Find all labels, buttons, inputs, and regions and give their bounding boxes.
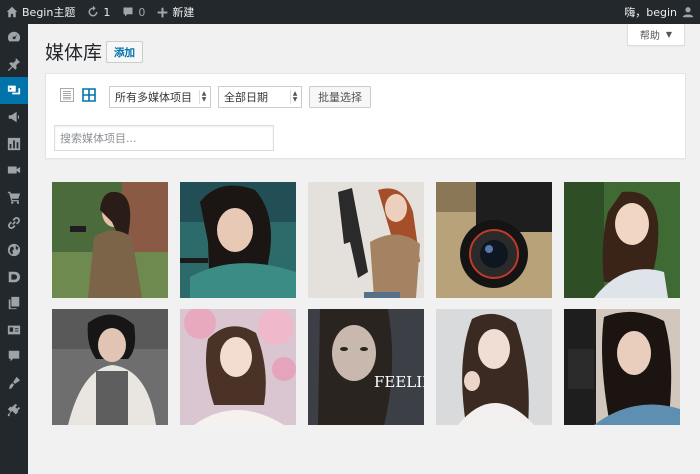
menu-posts[interactable]: [0, 51, 28, 78]
menu-profile-cards[interactable]: [0, 317, 28, 344]
media-item[interactable]: [436, 182, 552, 298]
media-type-selected: 所有多媒体项目: [115, 91, 192, 104]
menu-media[interactable]: [0, 77, 28, 104]
menu-plugins[interactable]: [0, 396, 28, 423]
help-tab[interactable]: 帮助 ▼: [627, 24, 685, 46]
menu-dashboard[interactable]: [0, 24, 28, 51]
id-card-icon: [7, 325, 21, 335]
appearance-icon: [8, 376, 21, 389]
page-title: 媒体库: [45, 42, 103, 64]
updates-count: 1: [103, 5, 111, 19]
shield-icon: [8, 271, 21, 282]
media-item[interactable]: [436, 309, 552, 425]
updates-menu[interactable]: 1: [81, 0, 116, 24]
update-icon: [88, 6, 98, 17]
media-thumbnail: [436, 182, 552, 298]
new-content-menu[interactable]: 新建: [151, 0, 200, 24]
comments-count: 0: [138, 5, 146, 19]
menu-pages[interactable]: [0, 290, 28, 317]
media-icon: [7, 86, 21, 95]
media-thumbnail: [180, 309, 296, 425]
dashboard-icon: [7, 32, 21, 42]
site-name: Begin主题: [22, 6, 76, 19]
media-item[interactable]: [180, 309, 296, 425]
media-search-input[interactable]: [54, 125, 274, 151]
select-arrows-icon: ▲ ▼: [290, 90, 299, 104]
menu-site[interactable]: [0, 237, 28, 264]
cart-icon: [7, 191, 21, 204]
comment-icon: [123, 7, 133, 17]
media-item[interactable]: [180, 182, 296, 298]
menu-announcements[interactable]: [0, 104, 28, 131]
media-thumbnail: FEELIN: [308, 309, 424, 425]
site-menu[interactable]: Begin主题: [0, 0, 81, 24]
comment-icon: [8, 351, 20, 362]
media-thumbnail: [180, 182, 296, 298]
home-icon: [6, 6, 18, 18]
date-selected: 全部日期: [224, 91, 268, 104]
menu-links[interactable]: [0, 210, 28, 237]
menu-comments[interactable]: [0, 343, 28, 370]
media-item[interactable]: FEELIN: [308, 309, 424, 425]
media-item[interactable]: [564, 182, 680, 298]
media-item[interactable]: [52, 182, 168, 298]
help-label: 帮助: [639, 31, 660, 42]
caret-down-icon: ▼: [665, 30, 673, 39]
media-item[interactable]: [564, 309, 680, 425]
admin-bar: Begin主题 1 0 新建 嗨，begin: [0, 0, 700, 24]
media-thumbnail: [52, 309, 168, 425]
add-new-button[interactable]: 添加: [106, 41, 143, 63]
media-thumbnail: [564, 309, 680, 425]
menu-security[interactable]: [0, 263, 28, 290]
greeting: 嗨，begin: [624, 6, 677, 19]
plus-icon: [158, 7, 168, 17]
select-arrows-icon: ▲ ▼: [199, 90, 208, 104]
menu-shop[interactable]: [0, 184, 28, 211]
menu-appearance[interactable]: [0, 370, 28, 397]
media-thumbnail: [308, 182, 424, 298]
grid-view-icon[interactable]: [82, 88, 96, 102]
media-item[interactable]: [308, 182, 424, 298]
media-thumbnail: [564, 182, 680, 298]
megaphone-icon: [8, 111, 20, 123]
video-icon: [7, 166, 21, 174]
media-toolbar: 所有多媒体项目 ▲ ▼ 全部日期 ▲ ▼ 批量选择: [45, 73, 686, 159]
pages-icon: [8, 297, 20, 310]
media-item[interactable]: [52, 309, 168, 425]
admin-side-menu: [0, 24, 28, 474]
bulk-select-button[interactable]: 批量选择: [309, 86, 371, 108]
plugins-icon: [7, 403, 21, 416]
pin-icon: [7, 57, 21, 71]
media-thumbnail: [52, 182, 168, 298]
link-icon: [8, 217, 20, 230]
media-type-filter[interactable]: 所有多媒体项目 ▲ ▼: [109, 86, 211, 108]
menu-video[interactable]: [0, 157, 28, 184]
new-label: 新建: [172, 6, 195, 19]
comments-menu[interactable]: 0: [116, 0, 151, 24]
globe-icon: [7, 243, 21, 257]
user-avatar-icon: [682, 7, 694, 18]
account-menu[interactable]: 嗨，begin: [624, 0, 700, 24]
chart-icon: [7, 137, 21, 150]
media-thumbnail: [436, 309, 552, 425]
list-view-icon[interactable]: [60, 88, 74, 102]
menu-stats[interactable]: [0, 130, 28, 157]
media-caption: FEELIN: [374, 373, 424, 391]
date-filter[interactable]: 全部日期 ▲ ▼: [218, 86, 302, 108]
